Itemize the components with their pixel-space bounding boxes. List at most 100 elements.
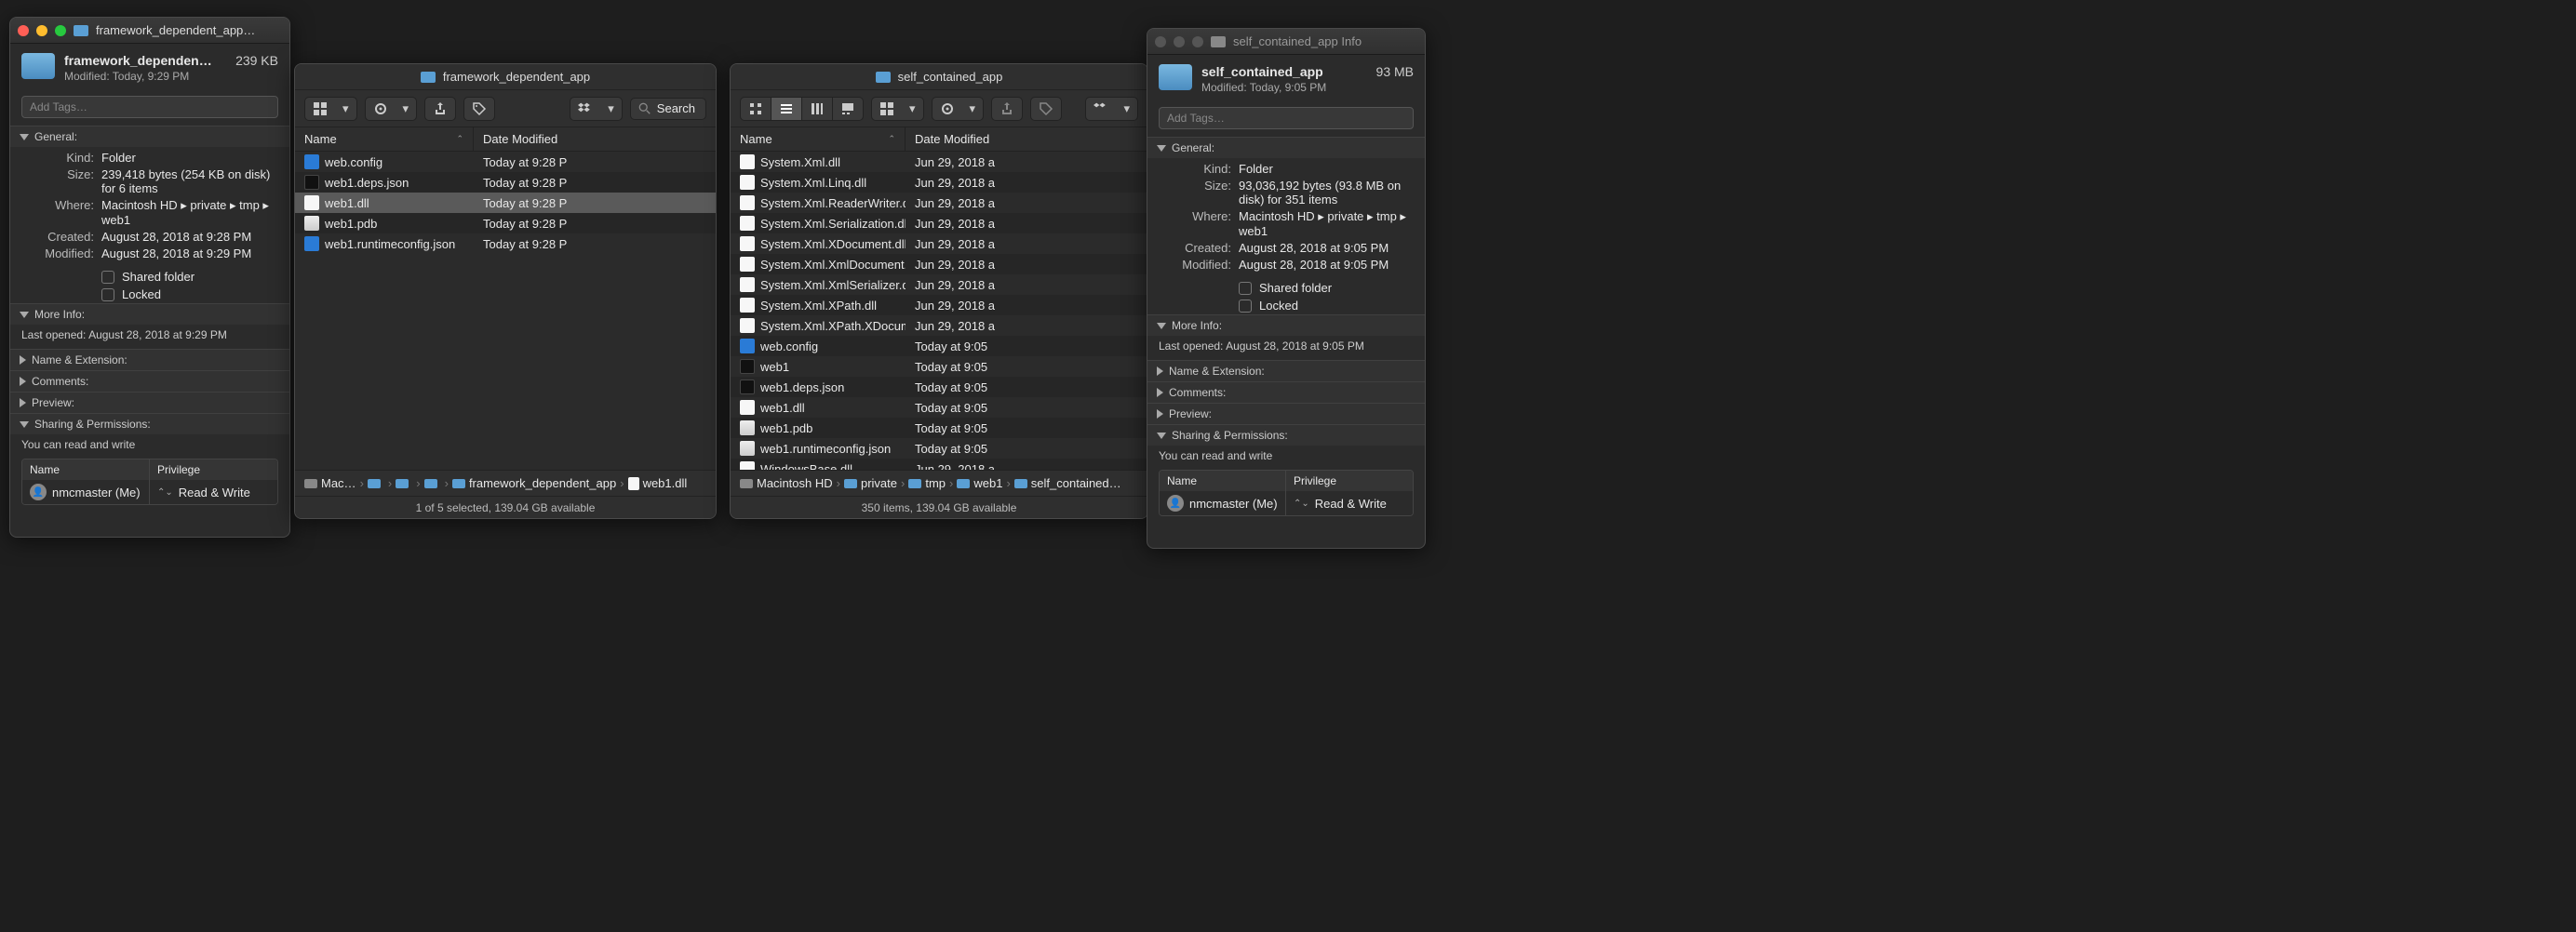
share-icon[interactable]	[992, 98, 1022, 120]
permission-row[interactable]: 👤nmcmaster (Me) ⌃⌄Read & Write	[22, 480, 277, 504]
file-row[interactable]: System.Xml.Linq.dllJun 29, 2018 a	[731, 172, 1147, 193]
share-icon[interactable]	[425, 98, 455, 120]
disclosure-name-ext[interactable]: Name & Extension:	[1147, 361, 1425, 381]
search-input[interactable]: Search	[630, 98, 706, 120]
titlebar[interactable]: framework_dependent_app…	[10, 18, 289, 44]
file-row[interactable]: web1.runtimeconfig.jsonToday at 9:05	[731, 438, 1147, 459]
path-crumb[interactable]	[424, 479, 441, 488]
list-view-icon[interactable]	[771, 98, 801, 120]
close-icon[interactable]	[1155, 36, 1166, 47]
action-menu[interactable]: ▾	[365, 97, 418, 121]
disclosure-more-info[interactable]: More Info:	[1147, 315, 1425, 336]
tags-input[interactable]: Add Tags…	[21, 96, 278, 118]
tag-icon[interactable]	[464, 98, 494, 120]
file-row[interactable]: web1Today at 9:05	[731, 356, 1147, 377]
file-list[interactable]: System.Xml.dllJun 29, 2018 aSystem.Xml.L…	[731, 152, 1147, 470]
arrange-menu[interactable]: ▾	[871, 97, 924, 121]
stepper-icon[interactable]: ⌃⌄	[1294, 499, 1309, 509]
gear-icon[interactable]	[932, 98, 962, 120]
gallery-view-icon[interactable]	[833, 98, 863, 120]
column-view-icon[interactable]	[802, 98, 832, 120]
view-switcher[interactable]: ▾	[304, 97, 357, 121]
file-row[interactable]: web1.pdbToday at 9:28 P	[295, 213, 716, 233]
file-row[interactable]: System.Xml.ReaderWriter.dllJun 29, 2018 …	[731, 193, 1147, 213]
file-row[interactable]: web1.runtimeconfig.jsonToday at 9:28 P	[295, 233, 716, 254]
disclosure-preview[interactable]: Preview:	[1147, 404, 1425, 424]
disclosure-sharing[interactable]: Sharing & Permissions:	[10, 414, 289, 434]
path-crumb[interactable]: web1.dll	[628, 476, 688, 490]
chevron-down-icon[interactable]: ▾	[335, 98, 356, 120]
path-crumb[interactable]: Macintosh HD	[740, 476, 833, 490]
dropbox-icon[interactable]	[1086, 98, 1116, 120]
path-crumb[interactable]	[368, 479, 384, 488]
disclosure-comments[interactable]: Comments:	[1147, 382, 1425, 403]
file-row[interactable]: web.configToday at 9:05	[731, 336, 1147, 356]
file-row[interactable]: web1.deps.jsonToday at 9:05	[731, 377, 1147, 397]
chevron-down-icon[interactable]: ▾	[902, 98, 923, 120]
close-icon[interactable]	[18, 25, 29, 36]
titlebar[interactable]: self_contained_app Info	[1147, 29, 1425, 55]
icon-view-icon[interactable]	[741, 98, 771, 120]
file-list[interactable]: web.configToday at 9:28 Pweb1.deps.jsonT…	[295, 152, 716, 470]
file-row[interactable]: System.Xml.XPath.dllJun 29, 2018 a	[731, 295, 1147, 315]
file-row[interactable]: WindowsBase.dllJun 29, 2018 a	[731, 459, 1147, 470]
path-crumb[interactable]: tmp	[908, 476, 946, 490]
zoom-icon[interactable]	[55, 25, 66, 36]
path-crumb[interactable]: private	[844, 476, 897, 490]
file-row[interactable]: web1.deps.jsonToday at 9:28 P	[295, 172, 716, 193]
disclosure-comments[interactable]: Comments:	[10, 371, 289, 392]
path-crumb[interactable]: web1	[957, 476, 1002, 490]
chevron-down-icon[interactable]: ▾	[962, 98, 984, 120]
file-row[interactable]: System.Xml.Serialization.dllJun 29, 2018…	[731, 213, 1147, 233]
action-menu[interactable]: ▾	[932, 97, 985, 121]
file-row[interactable]: web1.dllToday at 9:28 P	[295, 193, 716, 213]
chevron-down-icon[interactable]: ▾	[1116, 98, 1137, 120]
tag-icon[interactable]	[1031, 98, 1061, 120]
col-name[interactable]: Name	[1160, 471, 1286, 491]
permission-row[interactable]: 👤nmcmaster (Me) ⌃⌄Read & Write	[1160, 491, 1413, 515]
dropbox-menu[interactable]: ▾	[570, 97, 623, 121]
stepper-icon[interactable]: ⌃⌄	[157, 487, 173, 498]
minimize-icon[interactable]	[36, 25, 47, 36]
disclosure-preview[interactable]: Preview:	[10, 393, 289, 413]
col-name[interactable]: Name⌃	[295, 127, 474, 151]
dropbox-icon[interactable]	[570, 98, 600, 120]
disclosure-general[interactable]: General:	[1147, 138, 1425, 158]
disclosure-sharing[interactable]: Sharing & Permissions:	[1147, 425, 1425, 446]
file-row[interactable]: System.Xml.XmlSerializer.dllJun 29, 2018…	[731, 274, 1147, 295]
grid-arrange-icon[interactable]	[872, 98, 902, 120]
locked-checkbox[interactable]: Locked	[1147, 297, 1425, 314]
col-privilege[interactable]: Privilege	[1286, 471, 1413, 491]
locked-checkbox[interactable]: Locked	[10, 286, 289, 303]
col-name[interactable]: Name	[22, 459, 150, 480]
shared-folder-checkbox[interactable]: Shared folder	[1147, 279, 1425, 297]
disclosure-name-ext[interactable]: Name & Extension:	[10, 350, 289, 370]
tags-input[interactable]: Add Tags…	[1159, 107, 1414, 129]
file-row[interactable]: web.configToday at 9:28 P	[295, 152, 716, 172]
file-row[interactable]: System.Xml.XPath.XDocument.dllJun 29, 20…	[731, 315, 1147, 336]
grid-view-icon[interactable]	[305, 98, 335, 120]
col-name[interactable]: Name⌃	[731, 127, 906, 151]
file-row[interactable]: web1.dllToday at 9:05	[731, 397, 1147, 418]
chevron-down-icon[interactable]: ▾	[396, 98, 417, 120]
path-crumb[interactable]	[396, 479, 412, 488]
col-privilege[interactable]: Privilege	[150, 459, 277, 480]
shared-folder-checkbox[interactable]: Shared folder	[10, 268, 289, 286]
col-date[interactable]: Date Modified	[474, 127, 716, 151]
titlebar[interactable]: self_contained_app	[731, 64, 1147, 90]
path-crumb[interactable]: self_contained…	[1014, 476, 1121, 490]
path-bar[interactable]: Macintosh HD›private›tmp›web1›self_conta…	[731, 470, 1147, 496]
titlebar[interactable]: framework_dependent_app	[295, 64, 716, 90]
col-date[interactable]: Date Modified	[906, 127, 1147, 151]
path-crumb[interactable]: framework_dependent_app	[452, 476, 616, 490]
dropbox-menu[interactable]: ▾	[1085, 97, 1138, 121]
gear-icon[interactable]	[366, 98, 396, 120]
file-row[interactable]: System.Xml.XmlDocument.dllJun 29, 2018 a	[731, 254, 1147, 274]
file-row[interactable]: System.Xml.XDocument.dllJun 29, 2018 a	[731, 233, 1147, 254]
path-crumb[interactable]: Mac…	[304, 476, 356, 490]
zoom-icon[interactable]	[1192, 36, 1203, 47]
disclosure-more-info[interactable]: More Info:	[10, 304, 289, 325]
minimize-icon[interactable]	[1174, 36, 1185, 47]
file-row[interactable]: web1.pdbToday at 9:05	[731, 418, 1147, 438]
chevron-down-icon[interactable]: ▾	[600, 98, 622, 120]
